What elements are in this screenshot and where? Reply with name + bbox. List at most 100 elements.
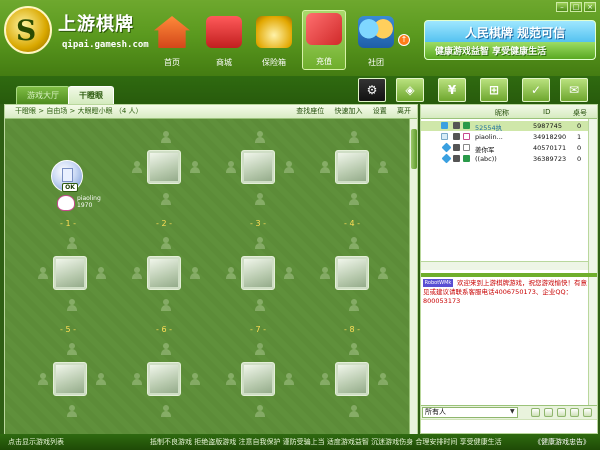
- empty-seat-icon[interactable]: [37, 373, 49, 385]
- empty-seat-icon[interactable]: [348, 237, 360, 249]
- quick-join-button[interactable]: 快速加入: [335, 107, 363, 115]
- game-table-6[interactable]: [147, 256, 181, 290]
- leave-room-button[interactable]: 离开: [397, 107, 411, 115]
- smiley-icon[interactable]: [557, 408, 566, 417]
- game-table-8[interactable]: [335, 256, 369, 290]
- empty-seat-icon[interactable]: [254, 405, 266, 417]
- empty-seat-icon[interactable]: [66, 405, 78, 417]
- empty-seat-icon[interactable]: [225, 267, 237, 279]
- game-table-5[interactable]: [53, 256, 87, 290]
- room-settings-button[interactable]: 设置: [373, 107, 387, 115]
- health-advice-link[interactable]: 《健康游戏忠告》: [534, 434, 590, 450]
- game-table-11[interactable]: [241, 362, 275, 396]
- empty-seat-icon[interactable]: [160, 131, 172, 143]
- chat-target-select[interactable]: 所有人: [422, 407, 518, 418]
- empty-seat-icon[interactable]: [283, 373, 295, 385]
- empty-seat-icon[interactable]: [95, 373, 107, 385]
- show-game-list-link[interactable]: 点击显示游戏列表: [8, 434, 64, 450]
- empty-seat-icon[interactable]: [189, 373, 201, 385]
- board-scroll-thumb[interactable]: [411, 129, 417, 169]
- color-icon[interactable]: [544, 408, 553, 417]
- game-table-4[interactable]: [335, 150, 369, 184]
- settings-icon[interactable]: ⚙: [358, 78, 386, 102]
- empty-seat-icon[interactable]: [160, 343, 172, 355]
- shield-icon[interactable]: ◈: [396, 78, 424, 102]
- nav-shop[interactable]: 商城: [202, 14, 246, 70]
- chevron-down-icon[interactable]: ▼: [510, 408, 515, 415]
- empty-seat-icon[interactable]: [348, 405, 360, 417]
- empty-seat-icon[interactable]: [254, 343, 266, 355]
- user-list-scrollbar[interactable]: [588, 119, 597, 273]
- empty-seat-icon[interactable]: [319, 267, 331, 279]
- nav-safe[interactable]: 保险箱: [252, 14, 296, 70]
- empty-seat-icon[interactable]: [283, 161, 295, 173]
- user-row[interactable]: 姜你军 40570171 0: [421, 142, 597, 154]
- empty-seat-icon[interactable]: [254, 131, 266, 143]
- empty-seat-icon[interactable]: [348, 343, 360, 355]
- col-table[interactable]: 桌号: [573, 108, 587, 118]
- emoticon-icon[interactable]: [531, 408, 540, 417]
- tab-game-lobby[interactable]: 游戏大厅: [16, 86, 70, 104]
- game-table-7[interactable]: [241, 256, 275, 290]
- nav-home[interactable]: 首页: [150, 14, 194, 70]
- empty-seat-icon[interactable]: [225, 373, 237, 385]
- chat-scrollbar[interactable]: [588, 277, 597, 405]
- empty-seat-icon[interactable]: [66, 343, 78, 355]
- send-icon[interactable]: [583, 408, 592, 417]
- empty-seat-icon[interactable]: [377, 373, 389, 385]
- game-table-12[interactable]: [335, 362, 369, 396]
- board-scrollbar[interactable]: [409, 119, 417, 435]
- empty-seat-icon[interactable]: [319, 161, 331, 173]
- game-table-2[interactable]: [147, 150, 181, 184]
- chat-input[interactable]: [421, 419, 597, 433]
- nav-recharge[interactable]: 充值: [302, 10, 346, 70]
- empty-seat-icon[interactable]: [189, 267, 201, 279]
- user-row[interactable]: 52554执 5987745 0: [421, 121, 597, 132]
- empty-seat-icon[interactable]: [377, 267, 389, 279]
- empty-seat-icon[interactable]: [348, 193, 360, 205]
- game-table-10[interactable]: [147, 362, 181, 396]
- user-list-hscrollbar[interactable]: [421, 261, 588, 270]
- user-row[interactable]: piaolin... 34918290 1: [421, 132, 597, 142]
- gift-icon[interactable]: ⊞: [480, 78, 508, 102]
- empty-seat-icon[interactable]: [348, 299, 360, 311]
- col-id[interactable]: ID: [543, 108, 550, 116]
- empty-seat-icon[interactable]: [131, 267, 143, 279]
- nav-more-icon[interactable]: ↑: [398, 34, 410, 46]
- empty-seat-icon[interactable]: [225, 161, 237, 173]
- empty-seat-icon[interactable]: [131, 161, 143, 173]
- promo-banner[interactable]: 人民棋牌 规范可信 健康游戏益智 享受健康生活: [424, 20, 596, 60]
- empty-seat-icon[interactable]: [66, 299, 78, 311]
- find-seat-button[interactable]: 查找座位: [296, 107, 324, 115]
- game-table-9[interactable]: [53, 362, 87, 396]
- mail-icon[interactable]: ✉: [560, 78, 588, 102]
- empty-seat-icon[interactable]: [131, 373, 143, 385]
- empty-seat-icon[interactable]: [189, 161, 201, 173]
- status-icon: [453, 144, 460, 151]
- empty-seat-icon[interactable]: [66, 237, 78, 249]
- game-table-3[interactable]: [241, 150, 275, 184]
- empty-seat-icon[interactable]: [254, 193, 266, 205]
- tab-gandengyan[interactable]: 干瞪眼: [68, 86, 114, 104]
- checkbox-icon[interactable]: ✓: [522, 78, 550, 102]
- empty-seat-icon[interactable]: [160, 193, 172, 205]
- empty-seat-icon[interactable]: [37, 267, 49, 279]
- empty-seat-icon[interactable]: [160, 299, 172, 311]
- nav-club[interactable]: 社团: [354, 14, 398, 70]
- close-icon[interactable]: ×: [584, 2, 596, 12]
- empty-seat-icon[interactable]: [95, 267, 107, 279]
- empty-seat-icon[interactable]: [348, 131, 360, 143]
- empty-seat-icon[interactable]: [283, 267, 295, 279]
- empty-seat-icon[interactable]: [160, 237, 172, 249]
- maximize-icon[interactable]: □: [570, 2, 582, 12]
- col-nickname[interactable]: 昵称: [495, 108, 509, 118]
- empty-seat-icon[interactable]: [254, 237, 266, 249]
- empty-seat-icon[interactable]: [377, 161, 389, 173]
- empty-seat-icon[interactable]: [319, 373, 331, 385]
- user-row[interactable]: ((abc)) 36389723 0: [421, 153, 597, 164]
- empty-seat-icon[interactable]: [160, 405, 172, 417]
- empty-seat-icon[interactable]: [254, 299, 266, 311]
- yuan-icon[interactable]: ¥: [438, 78, 466, 102]
- clear-icon[interactable]: [570, 408, 579, 417]
- minimize-icon[interactable]: –: [556, 2, 568, 12]
